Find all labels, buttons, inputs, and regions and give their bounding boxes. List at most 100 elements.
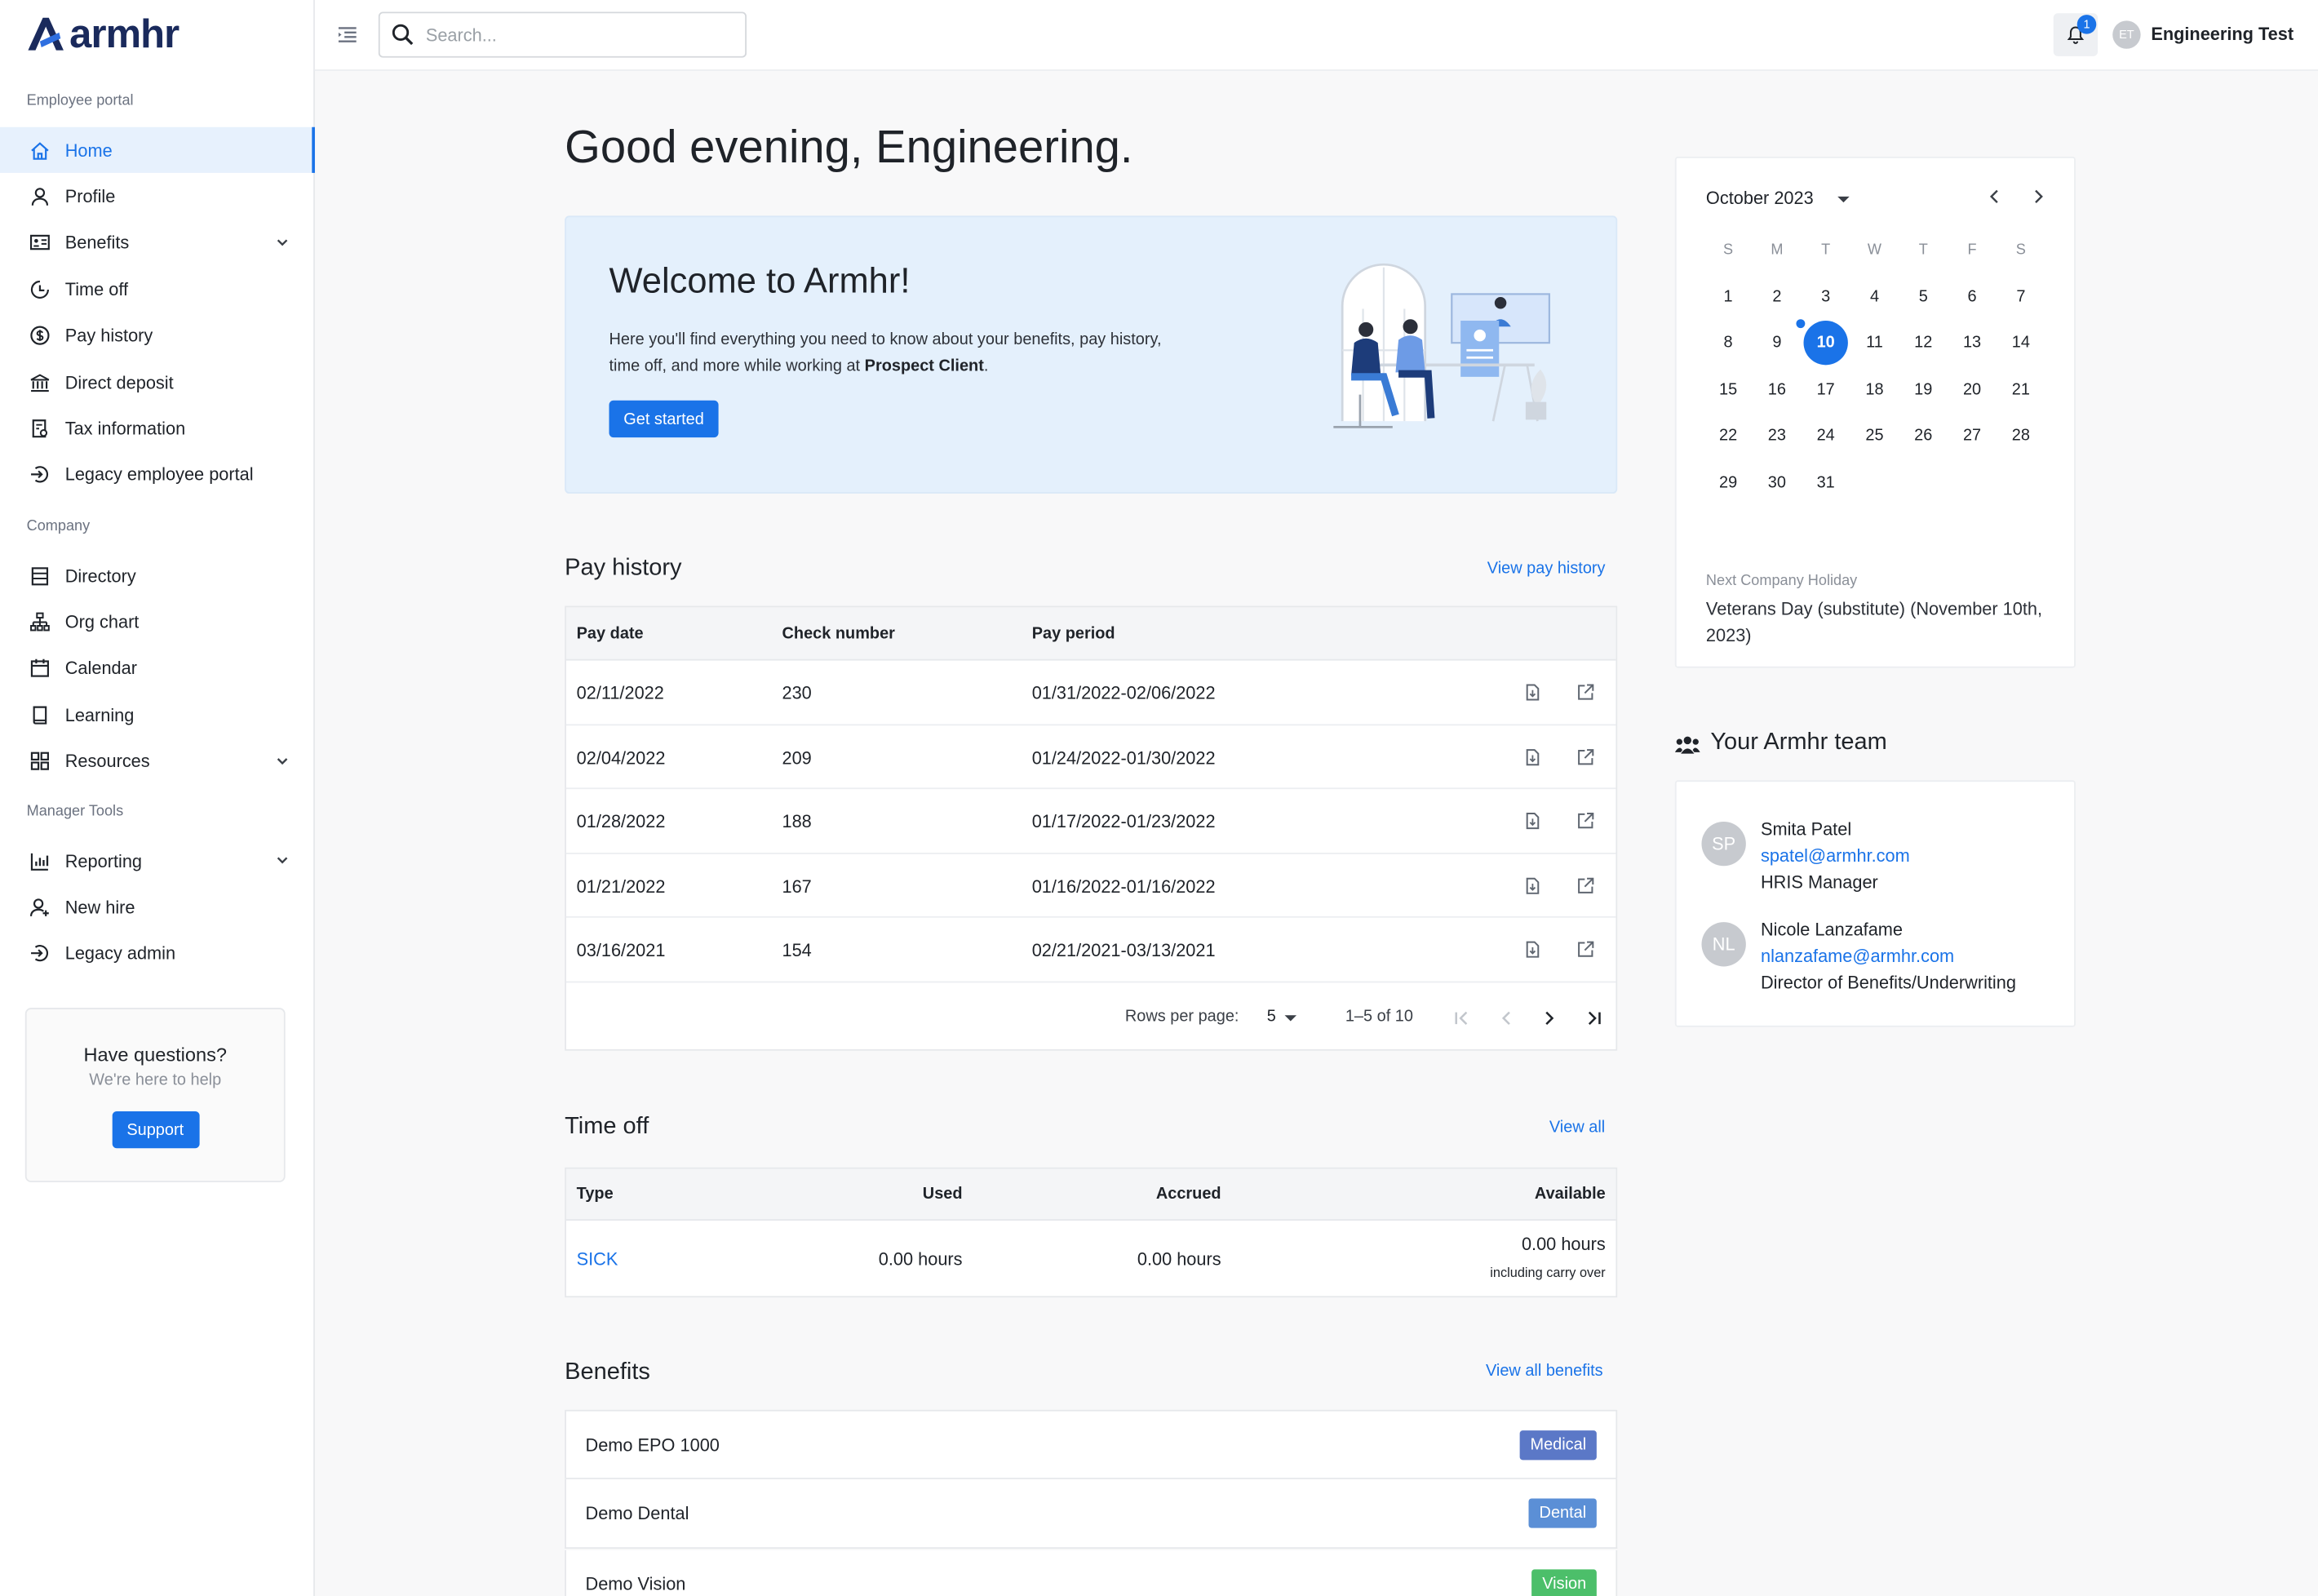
open-external-icon[interactable] xyxy=(1576,941,1595,960)
open-external-icon[interactable] xyxy=(1576,683,1595,703)
calendar-day[interactable]: 3 xyxy=(1804,275,1848,319)
calendar-day[interactable]: 13 xyxy=(1950,321,1994,366)
calendar-day[interactable]: 21 xyxy=(1999,368,2043,412)
sidebar-item-org-chart[interactable]: Org chart xyxy=(0,599,315,645)
calendar-day[interactable]: 11 xyxy=(1852,321,1896,366)
weekday-header: T xyxy=(1918,242,1928,259)
last-page-icon[interactable] xyxy=(1584,1009,1602,1027)
user-avatar[interactable]: ET xyxy=(2112,20,2141,49)
sidebar-item-legacy-employee-portal[interactable]: Legacy employee portal xyxy=(0,452,315,498)
notification-badge: 1 xyxy=(2076,15,2097,34)
calendar-day[interactable]: 10 xyxy=(1803,321,1848,366)
benefit-item[interactable]: Demo Vision Vision xyxy=(565,1549,1618,1596)
calendar-day[interactable]: 28 xyxy=(1999,414,2043,458)
client-name: Prospect Client xyxy=(864,357,984,376)
team-member-email[interactable]: nlanzafame@armhr.com xyxy=(1761,946,1954,966)
calendar-day[interactable]: 14 xyxy=(1999,321,2043,366)
download-pdf-icon[interactable] xyxy=(1522,876,1542,896)
next-page-icon[interactable] xyxy=(1540,1009,1558,1027)
sidebar-item-profile[interactable]: Profile xyxy=(0,174,315,219)
sidebar-item-directory[interactable]: Directory xyxy=(0,552,315,598)
calendar-day[interactable]: 26 xyxy=(1901,414,1945,458)
sidebar-item-pay-history[interactable]: Pay history xyxy=(0,313,315,358)
view-pay-history-link[interactable]: View pay history xyxy=(1487,560,1606,578)
download-pdf-icon[interactable] xyxy=(1522,747,1542,767)
calendar-day[interactable]: 16 xyxy=(1755,368,1799,412)
calendar-day[interactable]: 1 xyxy=(1706,275,1750,319)
help-box: Have questions? We're here to help Suppo… xyxy=(24,1008,286,1182)
chevron-down-icon[interactable] xyxy=(273,851,291,869)
menu-collapse-icon[interactable] xyxy=(337,25,357,46)
calendar-day[interactable]: 31 xyxy=(1804,460,1848,504)
sidebar-item-tax-information[interactable]: Tax information xyxy=(0,406,315,451)
calendar-day[interactable]: 19 xyxy=(1901,368,1945,412)
view-all-benefits-link[interactable]: View all benefits xyxy=(1486,1363,1603,1381)
sidebar-item-resources[interactable]: Resources xyxy=(0,738,315,784)
calendar-day[interactable]: 9 xyxy=(1755,321,1799,366)
open-external-icon[interactable] xyxy=(1576,812,1595,831)
download-pdf-icon[interactable] xyxy=(1522,683,1542,703)
download-pdf-icon[interactable] xyxy=(1522,812,1542,831)
prev-page-icon[interactable] xyxy=(1497,1009,1515,1027)
benefit-name: Demo Vision xyxy=(585,1573,686,1594)
calendar-day[interactable]: 25 xyxy=(1852,414,1896,458)
download-pdf-icon[interactable] xyxy=(1522,941,1542,960)
next-month-icon[interactable] xyxy=(2030,188,2048,206)
user-name[interactable]: Engineering Test xyxy=(2151,24,2294,44)
brand-name: armhr xyxy=(69,11,180,56)
sidebar-item-learning[interactable]: Learning xyxy=(0,692,315,738)
view-all-time-off-link[interactable]: View all xyxy=(1549,1119,1605,1137)
calendar-day[interactable]: 29 xyxy=(1706,460,1750,504)
search-box[interactable] xyxy=(378,11,747,58)
get-started-button[interactable]: Get started xyxy=(609,400,719,438)
time-off-type-link[interactable]: SICK xyxy=(577,1248,618,1269)
chevron-down-icon[interactable] xyxy=(273,751,291,769)
calendar-day[interactable]: 12 xyxy=(1901,321,1945,366)
topbar: 1 ET Engineering Test xyxy=(314,0,2318,71)
sidebar-item-calendar[interactable]: Calendar xyxy=(0,645,315,691)
search-input[interactable] xyxy=(425,24,722,46)
calendar-day[interactable]: 18 xyxy=(1852,368,1896,412)
sidebar-item-benefits[interactable]: Benefits xyxy=(0,219,315,265)
calendar-day[interactable]: 17 xyxy=(1804,368,1848,412)
calendar-day[interactable]: 30 xyxy=(1755,460,1799,504)
calendar-day[interactable]: 23 xyxy=(1755,414,1799,458)
calendar-day[interactable]: 22 xyxy=(1706,414,1750,458)
calendar-month-label[interactable]: October 2023 xyxy=(1706,188,1814,208)
weekday-header: T xyxy=(1821,242,1831,259)
sidebar-item-home[interactable]: Home xyxy=(0,126,315,173)
sidebar-item-reporting[interactable]: Reporting xyxy=(0,838,315,884)
benefit-item[interactable]: Demo Dental Dental xyxy=(565,1479,1618,1549)
rows-per-page-caret-icon[interactable] xyxy=(1283,1011,1298,1026)
calendar-day[interactable]: 7 xyxy=(1999,275,2043,319)
sidebar-item-new-hire[interactable]: New hire xyxy=(0,884,315,930)
calendar-day[interactable]: 4 xyxy=(1852,275,1896,319)
sidebar-item-time-off[interactable]: Time off xyxy=(0,266,315,312)
benefit-item[interactable]: Demo EPO 1000 Medical xyxy=(565,1409,1618,1479)
calendar-day[interactable]: 6 xyxy=(1950,275,1994,319)
receipt-icon xyxy=(32,419,48,438)
open-external-icon[interactable] xyxy=(1576,876,1595,896)
calendar-day[interactable]: 20 xyxy=(1950,368,1994,412)
chevron-down-icon[interactable] xyxy=(273,233,291,251)
calendar-day[interactable]: 5 xyxy=(1901,275,1945,319)
sidebar-item-direct-deposit[interactable]: Direct deposit xyxy=(0,359,315,405)
sidebar-item-legacy-admin[interactable]: Legacy admin xyxy=(0,931,315,977)
calendar-day[interactable]: 27 xyxy=(1950,414,1994,458)
armhr-logo[interactable]: armhr xyxy=(27,11,180,56)
prev-month-icon[interactable] xyxy=(1985,188,2003,206)
id-card-icon xyxy=(29,235,50,250)
team-member-email[interactable]: spatel@armhr.com xyxy=(1761,845,1910,866)
calendar-day[interactable]: 8 xyxy=(1706,321,1750,366)
calendar-day[interactable]: 24 xyxy=(1804,414,1848,458)
col-pay-date[interactable]: Pay date xyxy=(577,625,644,643)
support-button[interactable]: Support xyxy=(111,1111,199,1149)
col-pay-period[interactable]: Pay period xyxy=(1032,625,1115,643)
first-page-icon[interactable] xyxy=(1453,1009,1471,1027)
open-external-icon[interactable] xyxy=(1576,747,1595,767)
calendar-day[interactable]: 2 xyxy=(1755,275,1799,319)
col-check-number[interactable]: Check number xyxy=(782,625,894,643)
month-dropdown-icon[interactable] xyxy=(1836,192,1850,206)
rows-per-page-select[interactable]: 5 xyxy=(1267,1008,1276,1026)
calendar-day[interactable]: 15 xyxy=(1706,368,1750,412)
